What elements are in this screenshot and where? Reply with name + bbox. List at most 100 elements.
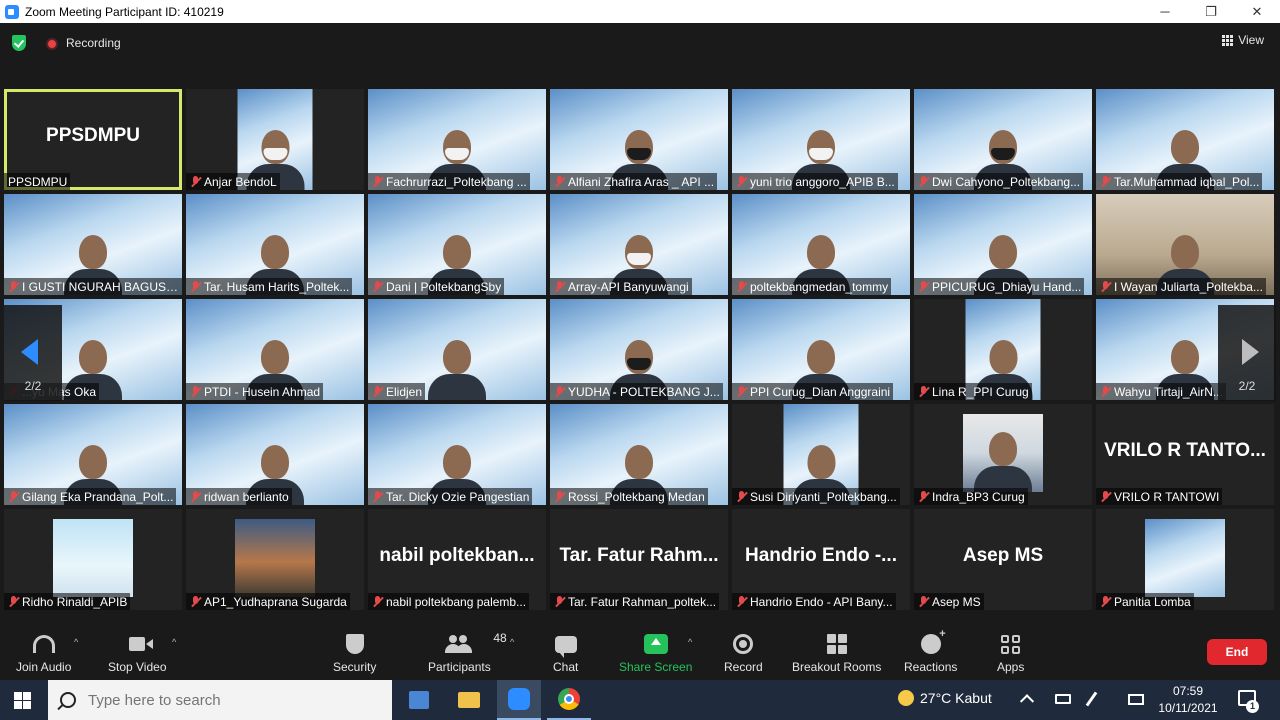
pen-icon[interactable] [1085, 691, 1098, 707]
participant-tile[interactable]: PPICURUG_Dhiayu Hand... [914, 194, 1092, 295]
view-button[interactable]: View [1222, 33, 1264, 47]
video-options-caret[interactable]: ^ [172, 637, 176, 647]
participant-tile[interactable]: Asep MS Asep MS [914, 509, 1092, 610]
participant-tile[interactable]: PPI Curug_Dian Anggraini [732, 299, 910, 400]
participant-tile[interactable]: I Wayan Juliarta_Poltekba... [1096, 194, 1274, 295]
chat-icon [554, 635, 577, 658]
participant-tile[interactable]: Ridho Rinaldi_APIB [4, 509, 182, 610]
muted-mic-icon [372, 281, 383, 292]
participant-display-name: nabil poltekban... [379, 545, 535, 566]
participant-display-name: VRILO R TANTO... [1104, 440, 1266, 461]
participant-tile[interactable]: Tar.Muhammad iqbal_Pol... [1096, 89, 1274, 190]
store-icon [409, 691, 429, 709]
network-icon[interactable] [1128, 694, 1144, 705]
end-meeting-button[interactable]: End [1207, 639, 1267, 665]
participants-button[interactable]: 48 Participants [428, 631, 507, 674]
participant-tile[interactable]: Susi Diriyanti_Poltekbang... [732, 404, 910, 505]
restore-button[interactable]: ❐ [1188, 0, 1234, 23]
participant-name-bar: ridwan berlianto [186, 488, 292, 505]
participant-tile[interactable]: Dwi Cahyono_Poltekbang... [914, 89, 1092, 190]
record-button[interactable]: Record [724, 631, 763, 674]
close-button[interactable]: ✕ [1234, 0, 1280, 23]
shield-icon [345, 634, 364, 654]
participant-tile[interactable]: Rossi_Poltekbang Medan [550, 404, 728, 505]
folder-icon [458, 692, 480, 708]
participant-name: Elidjen [386, 384, 423, 399]
participants-options-caret[interactable]: ^ [510, 637, 514, 647]
participant-name-bar: Indra_BP3 Curug [914, 488, 1028, 505]
clock-date: 10/11/2021 [1158, 701, 1218, 715]
participant-name: I Wayan Juliarta_Poltekba... [1114, 279, 1263, 294]
participant-name: Array-API Banyuwangi [568, 279, 689, 294]
taskbar-search-box[interactable] [48, 680, 392, 720]
next-page-button[interactable]: 2/2 [1218, 305, 1276, 401]
participant-tile[interactable]: Handrio Endo -... Handrio Endo - API Bany… [732, 509, 910, 610]
taskbar-clock[interactable]: 07:59 10/11/2021 [1152, 683, 1224, 717]
join-audio-button[interactable]: Join Audio [16, 631, 71, 674]
windows-start-icon[interactable] [14, 692, 31, 709]
participant-tile[interactable]: Tar. Husam Harits_Poltek... [186, 194, 364, 295]
share-options-caret[interactable]: ^ [688, 637, 692, 647]
taskbar-app-chrome[interactable] [547, 680, 591, 720]
minimize-button[interactable]: ─ [1142, 0, 1188, 23]
recording-icon[interactable] [46, 38, 58, 50]
chevron-up-icon[interactable] [1019, 694, 1035, 709]
participant-name-bar: PPSDMPU [4, 173, 71, 190]
participant-name-bar: Asep MS [914, 593, 984, 610]
stop-video-label: Stop Video [108, 660, 167, 674]
participant-tile[interactable]: Dani | PoltekbangSby [368, 194, 546, 295]
participant-display-name: Handrio Endo -... [745, 545, 897, 566]
participant-tile[interactable]: Tar. Fatur Rahm... Tar. Fatur Rahman_polt… [550, 509, 728, 610]
muted-mic-icon [554, 491, 565, 502]
participant-tile[interactable]: Panitia Lomba [1096, 509, 1274, 610]
taskbar-search-input[interactable] [88, 691, 368, 709]
participant-name: Indra_BP3 Curug [932, 489, 1025, 504]
participant-tile[interactable]: I GUSTI NGURAH BAGUS ... [4, 194, 182, 295]
participant-name-bar: PPICURUG_Dhiayu Hand... [914, 278, 1085, 295]
participant-name: Dwi Cahyono_Poltekbang... [932, 174, 1081, 189]
participant-tile[interactable]: Array-API Banyuwangi [550, 194, 728, 295]
participant-tile[interactable]: poltekbangmedan_tommy [732, 194, 910, 295]
breakout-rooms-button[interactable]: Breakout Rooms [792, 631, 881, 674]
participant-tile[interactable]: Anjar BendoL [186, 89, 364, 190]
participant-name-bar: Fachrurrazi_Poltekbang ... [368, 173, 530, 190]
participant-tile[interactable]: Alfiani Zhafira Aras _ API ... [550, 89, 728, 190]
participant-tile[interactable]: AP1_Yudhaprana Sugarda [186, 509, 364, 610]
share-screen-button[interactable]: Share Screen [619, 631, 692, 674]
audio-options-caret[interactable]: ^ [74, 637, 78, 647]
weather-widget[interactable]: 27°C Kabut [898, 690, 992, 706]
taskbar-app-file-explorer[interactable] [447, 680, 491, 720]
participant-tile[interactable]: PPSDMPU PPSDMPU [4, 89, 182, 190]
encryption-shield-icon[interactable] [12, 35, 26, 51]
participant-tile[interactable]: Lina R_PPI Curug [914, 299, 1092, 400]
security-button[interactable]: Security [333, 631, 376, 674]
participant-tile[interactable]: yuni trio anggoro_APIB B... [732, 89, 910, 190]
participant-tile[interactable]: VRILO R TANTO... VRILO R TANTOWI [1096, 404, 1274, 505]
reactions-button[interactable]: Reactions [904, 628, 957, 674]
participant-tile[interactable]: Indra_BP3 Curug [914, 404, 1092, 505]
participant-tile[interactable]: PTDI - Husein Ahmad [186, 299, 364, 400]
muted-mic-icon [372, 386, 383, 397]
recording-label[interactable]: Recording [66, 36, 121, 50]
taskbar-app-zoom[interactable] [497, 680, 541, 720]
participant-tile[interactable]: Fachrurrazi_Poltekbang ... [368, 89, 546, 190]
participant-tile[interactable]: Tar. Dicky Ozie Pangestian [368, 404, 546, 505]
participant-name-bar: Elidjen [368, 383, 426, 400]
participant-tile[interactable]: Elidjen [368, 299, 546, 400]
participant-name-bar: Panitia Lomba [1096, 593, 1194, 610]
participants-label: Participants [428, 660, 491, 674]
participant-tile[interactable]: YUDHA - POLTEKBANG J... [550, 299, 728, 400]
taskbar-app-store[interactable] [397, 680, 441, 720]
apps-button[interactable]: Apps [997, 631, 1024, 674]
participant-profile-image [235, 519, 315, 597]
chrome-icon [558, 688, 580, 710]
muted-mic-icon [1100, 281, 1111, 292]
previous-page-button[interactable]: 2/2 [4, 305, 62, 401]
chat-button[interactable]: Chat [553, 631, 578, 674]
battery-icon[interactable] [1055, 694, 1071, 704]
participant-tile[interactable]: nabil poltekban... nabil poltekbang palem… [368, 509, 546, 610]
participant-tile[interactable]: Gilang Eka Prandana_Polt... [4, 404, 182, 505]
participant-tile[interactable]: ridwan berlianto [186, 404, 364, 505]
zoom-app-icon [5, 4, 19, 19]
stop-video-button[interactable]: Stop Video [108, 631, 167, 674]
